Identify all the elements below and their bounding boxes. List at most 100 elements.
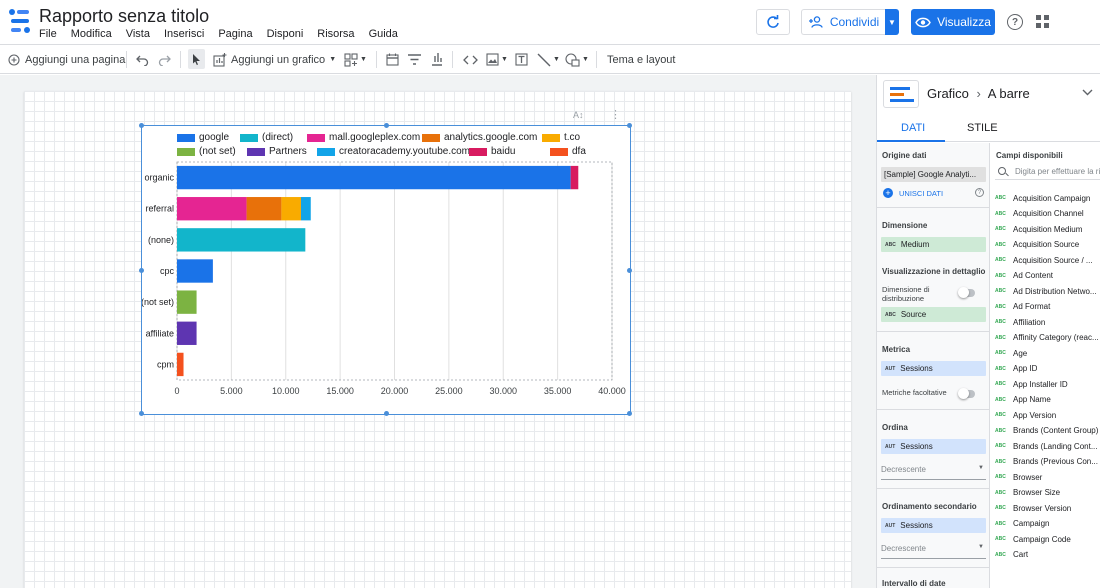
secondary-sort-order-select[interactable]: Decrescente ▼: [881, 544, 986, 559]
share-button[interactable]: Condividi: [801, 9, 885, 35]
menu-view[interactable]: Vista: [126, 28, 150, 40]
menu-insert[interactable]: Inserisci: [164, 28, 204, 40]
resize-handle[interactable]: [627, 268, 632, 273]
shape-button[interactable]: ▼: [565, 45, 589, 74]
help-icon[interactable]: ?: [975, 188, 984, 197]
bar-segment: [177, 165, 571, 190]
properties-panel: Grafico › A barre DATI STILE Origine dat…: [876, 75, 1100, 588]
tab-data[interactable]: DATI: [901, 122, 925, 134]
resize-handle[interactable]: [627, 411, 632, 416]
field-item[interactable]: ABC Cart: [995, 548, 1028, 562]
chevron-down-icon[interactable]: [1082, 87, 1093, 99]
metric-type-tag: AUT: [885, 365, 896, 372]
resize-handle[interactable]: [384, 123, 389, 128]
field-item[interactable]: ABC Ad Distribution Netwo...: [995, 284, 1097, 298]
field-item[interactable]: ABC Acquisition Channel: [995, 207, 1084, 221]
field-item[interactable]: ABC Ad Format: [995, 300, 1050, 314]
resize-handle[interactable]: [627, 123, 632, 128]
optional-metrics-toggle[interactable]: [958, 388, 975, 399]
field-item[interactable]: ABC App Version: [995, 408, 1056, 422]
field-item[interactable]: ABC Affinity Category (reac...: [995, 331, 1099, 345]
help-icon[interactable]: ?: [1007, 14, 1023, 30]
resize-handle[interactable]: [139, 411, 144, 416]
menu-help[interactable]: Guida: [369, 28, 398, 40]
field-item[interactable]: ABC Ad Content: [995, 269, 1053, 283]
field-item[interactable]: ABC App Installer ID: [995, 377, 1068, 391]
sort-az-icon[interactable]: A↕: [573, 110, 584, 120]
field-label: Brands (Landing Cont...: [1013, 441, 1098, 451]
field-item[interactable]: ABC Campaign Code: [995, 532, 1071, 546]
menu-edit[interactable]: Modifica: [71, 28, 112, 40]
field-item[interactable]: ABC Campaign: [995, 517, 1049, 531]
share-dropdown-button[interactable]: ▼: [885, 9, 899, 35]
eye-icon: [915, 17, 931, 27]
filter-control-button[interactable]: [408, 45, 421, 74]
calendar-icon: [386, 53, 399, 66]
menu-resource[interactable]: Risorsa: [317, 28, 354, 40]
field-label: Acquisition Source: [1013, 240, 1080, 249]
undo-button[interactable]: [136, 45, 149, 74]
field-item[interactable]: ABC Acquisition Source: [995, 238, 1079, 252]
select-tool-button[interactable]: [188, 49, 205, 69]
bar-chart-plot: 0 5.000 10.000 15.000 20.000 25.000 30.000 35.0…: [142, 161, 626, 396]
field-item[interactable]: ABC Browser Size: [995, 486, 1060, 500]
theme-layout-label: Tema e layout: [607, 53, 676, 66]
resize-handle[interactable]: [384, 411, 389, 416]
text-button[interactable]: [515, 45, 528, 74]
active-tab-indicator: [877, 140, 945, 142]
theme-layout-button[interactable]: Tema e layout: [607, 45, 675, 74]
metric-chip[interactable]: AUT Sessions: [881, 361, 986, 376]
view-button[interactable]: Visualizza: [911, 9, 995, 35]
field-item[interactable]: ABC App Name: [995, 393, 1051, 407]
breakdown-dimension-chip[interactable]: ABC Source: [881, 307, 986, 322]
blend-data-button[interactable]: + UNISCI DATI: [883, 188, 943, 198]
bar-chart[interactable]: google (direct) mall.googleplex.com analyti…: [139, 123, 632, 416]
dimension-chip[interactable]: ABC Medium: [881, 237, 986, 252]
bar-chart-type-icon[interactable]: [883, 80, 919, 108]
menu-page[interactable]: Pagina: [218, 28, 252, 40]
add-page-button[interactable]: Aggiungi una pagina: [8, 45, 125, 74]
more-options-icon[interactable]: ⋮: [610, 108, 621, 121]
redo-button[interactable]: [158, 45, 171, 74]
resize-handle[interactable]: [139, 268, 144, 273]
dimension-type-tag: ABC: [995, 334, 1006, 341]
sort-order-select[interactable]: Decrescente ▼: [881, 465, 986, 480]
field-item[interactable]: ABC Age: [995, 346, 1027, 360]
field-item[interactable]: ABC Affiliation: [995, 315, 1045, 329]
dimension-type-tag: ABC: [995, 257, 1006, 263]
data-control-button[interactable]: [431, 45, 443, 74]
field-item[interactable]: ABC App ID: [995, 362, 1037, 376]
community-viz-button[interactable]: ▼: [344, 45, 367, 74]
data-source-chip[interactable]: [Sample] Google Analyti...: [881, 167, 986, 182]
add-chart-button[interactable]: Aggiungi un grafico ▼: [213, 45, 336, 74]
field-item[interactable]: ABC Browser: [995, 470, 1042, 484]
dimension-label: Dimensione: [882, 221, 928, 230]
data-studio-logo-icon[interactable]: [8, 8, 32, 36]
menu-file[interactable]: File: [39, 28, 57, 40]
x-tick-label: 20.000: [381, 386, 409, 396]
field-label: Acquisition Channel: [1013, 209, 1084, 218]
sort-chip[interactable]: AUT Sessions: [881, 439, 986, 454]
field-item[interactable]: ABC Browser Version: [995, 501, 1071, 515]
menu-arrange[interactable]: Disponi: [267, 28, 304, 40]
field-search-input[interactable]: Digita per effettuare la ricerca: [995, 163, 1100, 180]
line-button[interactable]: ▼: [537, 45, 560, 74]
field-item[interactable]: ABC Brands (Landing Cont...: [995, 439, 1098, 453]
resize-handle[interactable]: [139, 123, 144, 128]
breakdown-toggle[interactable]: [958, 287, 975, 298]
tab-style[interactable]: STILE: [967, 122, 998, 134]
field-item[interactable]: ABC Acquisition Source / ...: [995, 253, 1093, 267]
field-item[interactable]: ABC Acquisition Medium: [995, 222, 1082, 236]
field-item[interactable]: ABC Brands (Previous Con...: [995, 455, 1098, 469]
data-control-icon: [432, 52, 442, 66]
field-item[interactable]: ABC Acquisition Campaign: [995, 191, 1090, 205]
secondary-sort-chip[interactable]: AUT Sessions: [881, 518, 986, 533]
image-button[interactable]: ▼: [486, 45, 508, 74]
apps-grid-icon[interactable]: [1036, 15, 1049, 28]
refresh-button[interactable]: [756, 9, 790, 35]
embed-url-button[interactable]: [463, 45, 478, 74]
date-range-control-button[interactable]: [386, 45, 399, 74]
report-title[interactable]: Rapporto senza titolo: [39, 6, 209, 27]
field-item[interactable]: ABC Brands (Content Group): [995, 424, 1098, 438]
report-page[interactable]: A↕ ⋮ google (direct) mall.googleplex.com an…: [24, 91, 851, 588]
